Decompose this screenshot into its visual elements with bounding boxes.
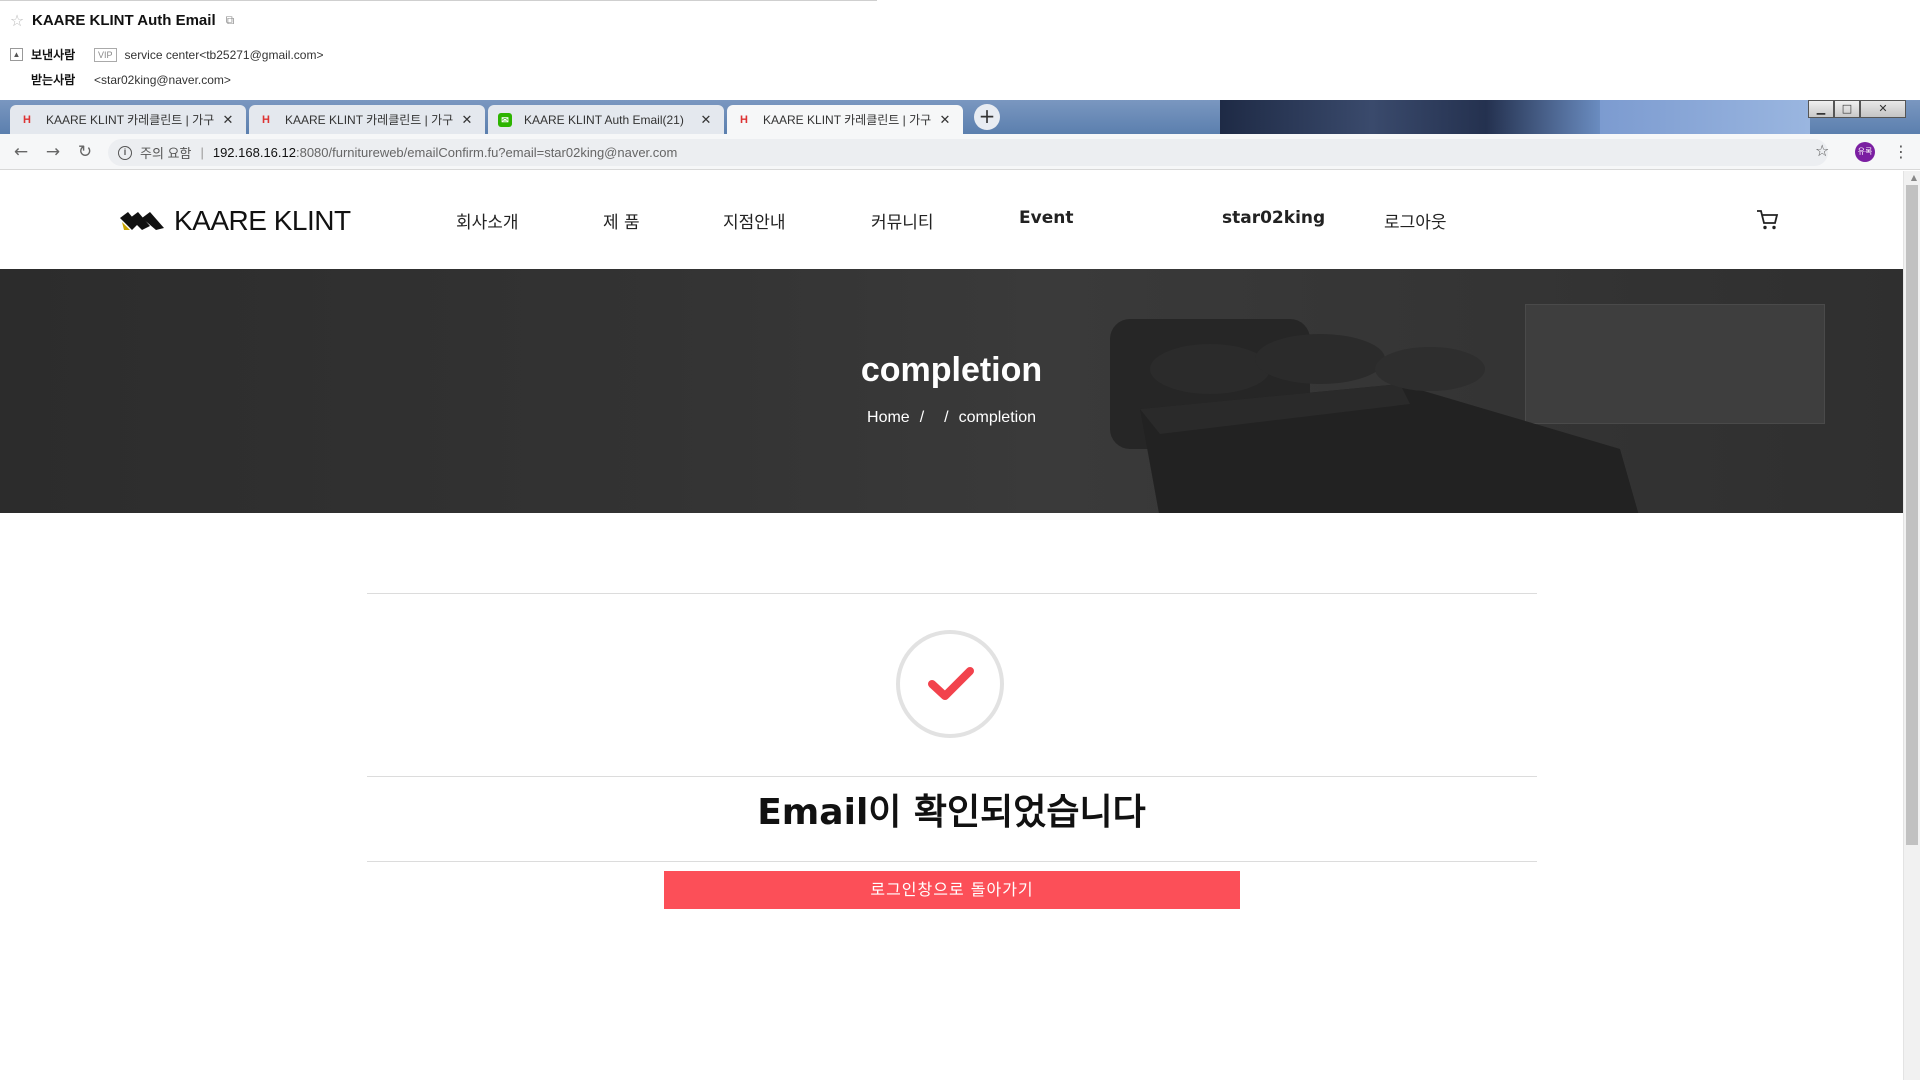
from-address[interactable]: service center<tb25271@gmail.com>: [125, 48, 324, 62]
window-close-icon[interactable]: ✕: [1860, 100, 1906, 118]
close-icon[interactable]: ✕: [698, 112, 714, 128]
minimize-icon[interactable]: ▁: [1808, 100, 1834, 118]
breadcrumb-current: completion: [958, 409, 1036, 426]
close-icon[interactable]: ✕: [220, 112, 236, 128]
nav-logout[interactable]: 로그아웃: [1384, 208, 1447, 233]
star-icon[interactable]: ☆: [8, 11, 26, 30]
breadcrumb-home[interactable]: Home: [867, 409, 910, 426]
forward-arrow-icon[interactable]: →: [42, 142, 64, 162]
nav-community[interactable]: 커뮤니티: [871, 208, 934, 233]
vip-badge: VIP: [94, 47, 117, 62]
address-bar[interactable]: i 주의 요함 | 192.168.16.12 :8080/furniturew…: [108, 139, 1828, 166]
nav-company[interactable]: 회사소개: [456, 208, 519, 233]
breadcrumb: Home / / completion: [867, 409, 1036, 426]
mail-header: ☆ KAARE KLINT Auth Email ⧉ ▲ 보낸사람 VIP se…: [0, 0, 877, 100]
tab-title: KAARE KLINT 카레클린트 | 가구: [46, 113, 215, 127]
taskbar-right: [1600, 100, 1810, 134]
taskbar-banner: [1220, 100, 1600, 134]
mail-to-row: 받는사람 <star02king@naver.com>: [10, 71, 231, 88]
security-status: 주의 요함: [140, 146, 192, 161]
browser-tab-4-active[interactable]: H KAARE KLINT 카레클린트 | 가구 ✕: [727, 105, 963, 134]
tab-title: KAARE KLINT 카레클린트 | 가구: [285, 113, 454, 127]
site-logo[interactable]: KAARE KLINT: [120, 205, 351, 237]
maximize-icon[interactable]: □: [1834, 100, 1860, 118]
hero-bed-image: [1110, 319, 1639, 513]
site-favicon-icon: H: [262, 113, 270, 126]
nav-event[interactable]: Event: [1019, 208, 1073, 228]
browser-tab-1[interactable]: H KAARE KLINT 카레클린트 | 가구 ✕: [10, 105, 246, 134]
mail-from-row: ▲ 보낸사람 VIP service center<tb25271@gmail.…: [10, 46, 323, 63]
browser-toolbar: ← → ↻ i 주의 요함 | 192.168.16.12 :8080/furn…: [0, 134, 1920, 170]
nav-username[interactable]: star02king: [1222, 208, 1325, 228]
browser-tab-3[interactable]: ✉ KAARE KLINT Auth Email(21) ✕: [488, 105, 724, 134]
tab-title: KAARE KLINT Auth Email(21): [524, 112, 684, 127]
cart-icon[interactable]: [1756, 208, 1780, 232]
check-icon: [928, 667, 974, 700]
url-host: 192.168.16.12: [212, 145, 296, 160]
divider: [367, 861, 1537, 862]
window-controls: ▁ □ ✕: [1808, 100, 1906, 118]
site-header: KAARE KLINT 회사소개 제 품 지점안내 커뮤니티 Event sta…: [0, 171, 1903, 269]
profile-avatar[interactable]: 유록: [1855, 142, 1875, 162]
nav-stores[interactable]: 지점안내: [723, 208, 786, 233]
page-viewport: KAARE KLINT 회사소개 제 품 지점안내 커뮤니티 Event sta…: [0, 171, 1920, 1080]
scroll-thumb[interactable]: [1906, 185, 1918, 845]
new-tab-button[interactable]: +: [974, 104, 1000, 130]
from-label: 보낸사람: [31, 48, 76, 62]
divider: [367, 776, 1537, 777]
info-icon[interactable]: i: [118, 145, 132, 160]
divider: [367, 593, 1537, 594]
site-favicon-icon: H: [23, 113, 31, 126]
back-to-login-button[interactable]: 로그인창으로 돌아가기: [664, 871, 1240, 909]
site-favicon-icon: H: [740, 113, 748, 126]
mail-subject-row: ☆ KAARE KLINT Auth Email ⧉: [8, 11, 234, 30]
success-check-circle: [896, 630, 1004, 738]
close-icon[interactable]: ✕: [459, 112, 475, 128]
confirmation-message: Email이 확인되었습니다: [757, 792, 1146, 833]
bookmark-star-icon[interactable]: ☆: [1815, 141, 1829, 160]
browser-tabbar: H KAARE KLINT 카레클린트 | 가구 ✕ H KAARE KLINT…: [0, 100, 1920, 134]
back-arrow-icon[interactable]: ←: [10, 142, 32, 162]
external-link-icon[interactable]: ⧉: [226, 13, 235, 28]
collapse-toggle-icon[interactable]: ▲: [10, 48, 23, 61]
to-label: 받는사람: [31, 73, 76, 87]
mail-subject: KAARE KLINT Auth Email: [32, 12, 216, 29]
hero-banner: completion Home / / completion: [0, 269, 1903, 513]
url-path: :8080/furnitureweb/emailConfirm.fu?email…: [295, 145, 678, 160]
tab-title: KAARE KLINT 카레클린트 | 가구: [763, 113, 932, 127]
scrollbar[interactable]: ▲: [1903, 171, 1920, 1080]
to-address[interactable]: <star02king@naver.com>: [94, 73, 231, 87]
close-icon[interactable]: ✕: [937, 112, 953, 128]
logo-text: KAARE KLINT: [174, 205, 351, 236]
mail-favicon-icon: ✉: [498, 112, 512, 127]
scroll-up-icon[interactable]: ▲: [1911, 173, 1917, 182]
hero-title: completion: [860, 351, 1043, 389]
logo-mark-icon: [120, 212, 164, 230]
browser-tab-2[interactable]: H KAARE KLINT 카레클린트 | 가구 ✕: [249, 105, 485, 134]
kebab-menu-icon[interactable]: ⋮: [1893, 142, 1909, 161]
nav-products[interactable]: 제 품: [603, 208, 640, 233]
reload-icon[interactable]: ↻: [74, 142, 96, 162]
